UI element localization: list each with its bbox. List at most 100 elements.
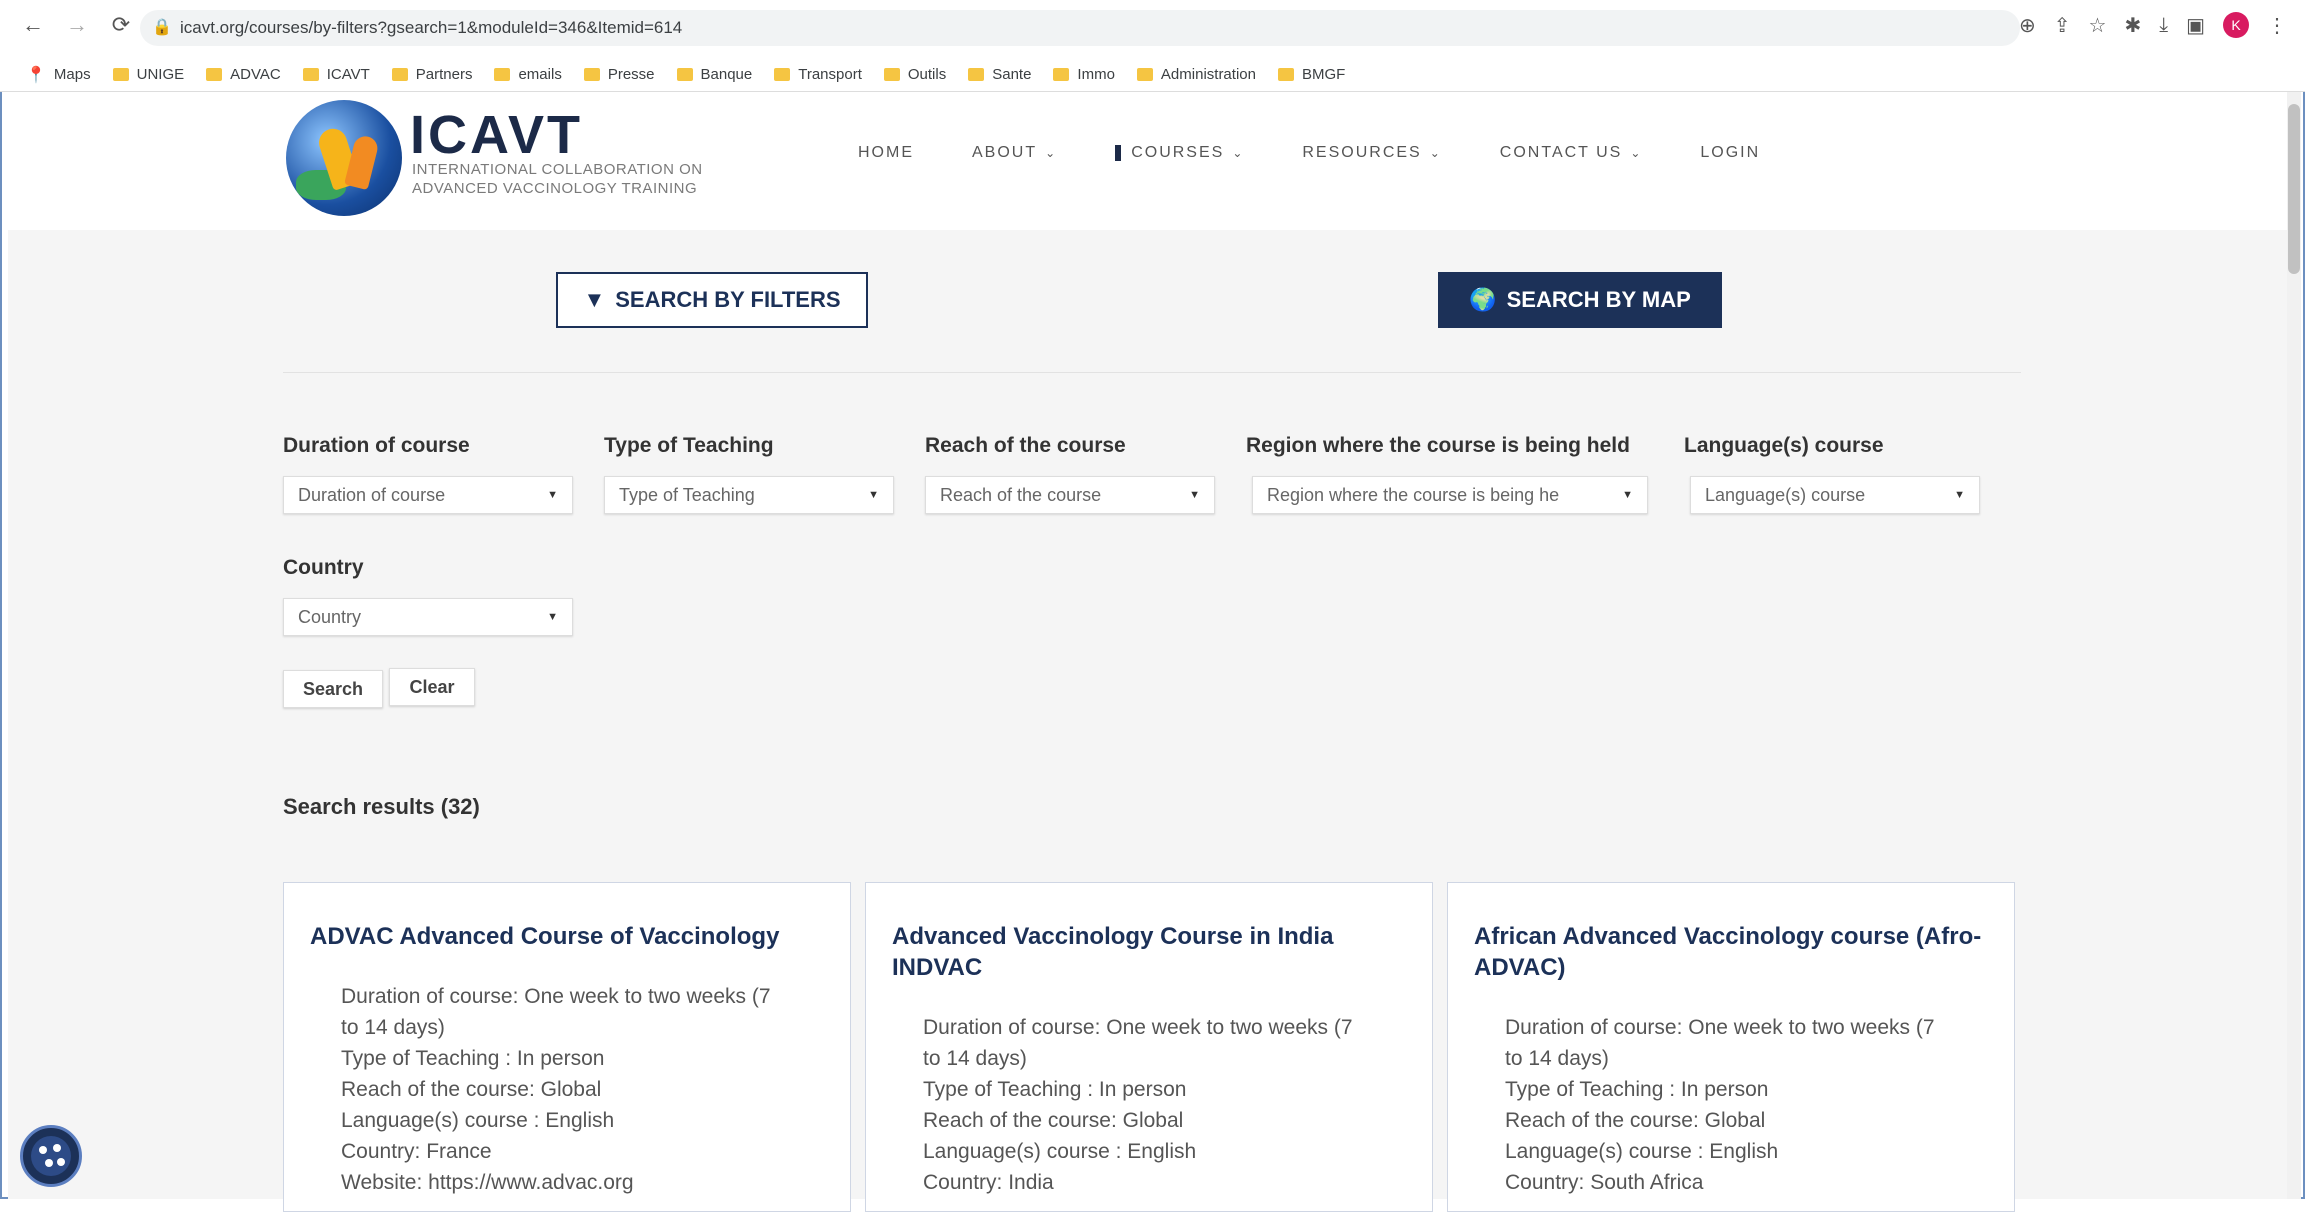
main-content: ▼ SEARCH BY FILTERS 🌍 SEARCH BY MAP Dura…	[8, 230, 2288, 1212]
site-header: ICAVT INTERNATIONAL COLLABORATION ON ADV…	[8, 92, 2288, 230]
folder-icon	[583, 68, 600, 81]
caret-down-icon: ▼	[1622, 489, 1633, 501]
divider	[283, 372, 2021, 373]
address-bar[interactable]: 🔒 icavt.org/courses/by-filters?gsearch=1…	[140, 10, 2020, 46]
active-indicator	[1115, 145, 1122, 161]
bookmark-folder[interactable]: ADVAC	[206, 66, 281, 83]
folder-icon	[206, 68, 223, 81]
reload-icon[interactable]: ⟳	[110, 12, 132, 38]
teaching-select[interactable]: Type of Teaching ▼	[604, 476, 894, 514]
caret-down-icon: ▼	[868, 489, 879, 501]
folder-icon	[968, 68, 985, 81]
language-select[interactable]: Language(s) course ▼	[1690, 476, 1980, 514]
nav-courses[interactable]: COURSES ⌄	[1115, 144, 1244, 162]
extensions-icon[interactable]: ✱	[2124, 13, 2141, 38]
browser-toolbar: ← → ⟳ 🔒 icavt.org/courses/by-filters?gse…	[0, 0, 2305, 58]
chevron-down-icon: ⌄	[1429, 146, 1442, 160]
course-details: Duration of course: One week to two week…	[341, 981, 841, 1198]
course-details: Duration of course: One week to two week…	[1505, 1016, 1935, 1194]
bookmark-folder[interactable]: Presse	[583, 66, 655, 83]
map-pin-icon: 📍	[26, 66, 46, 84]
folder-icon	[676, 68, 693, 81]
share-icon[interactable]: ⇪	[2054, 13, 2071, 38]
caret-down-icon: ▼	[547, 489, 558, 501]
download-icon[interactable]: ⤓	[2159, 14, 2168, 37]
bookmark-folder[interactable]: emails	[494, 66, 562, 83]
bookmark-folder[interactable]: Administration	[1136, 66, 1256, 83]
folder-icon	[883, 68, 900, 81]
clear-button[interactable]: Clear	[389, 668, 475, 706]
nav-resources[interactable]: RESOURCES ⌄	[1302, 144, 1441, 162]
folder-icon	[391, 68, 408, 81]
url-text[interactable]: icavt.org/courses/by-filters?gsearch=1&m…	[180, 18, 682, 38]
bookmark-maps[interactable]: 📍 Maps	[26, 65, 91, 85]
language-label: Language(s) course	[1684, 434, 1884, 457]
bookmark-folder[interactable]: ICAVT	[302, 66, 370, 83]
duration-label: Duration of course	[283, 434, 470, 457]
star-icon[interactable]: ☆	[2089, 13, 2107, 38]
folder-icon	[1053, 68, 1070, 81]
folder-icon	[1277, 68, 1294, 81]
bookmarks-bar: 📍 Maps UNIGE ADVAC ICAVT Partners emails …	[0, 58, 2305, 92]
bookmark-folder[interactable]: Transport	[774, 66, 862, 83]
folder-icon	[774, 68, 791, 81]
results-count: Search results (32)	[283, 794, 480, 819]
course-card[interactable]: Advanced Vaccinology Course in India IND…	[865, 882, 1433, 1212]
browser-nav: ← → ⟳	[22, 12, 132, 38]
scrollbar-thumb[interactable]	[2288, 104, 2300, 274]
nav-contact[interactable]: CONTACT US ⌄	[1500, 144, 1643, 162]
bookmark-folder[interactable]: BMGF	[1277, 66, 1345, 83]
duration-select[interactable]: Duration of course ▼	[283, 476, 573, 514]
menu-icon[interactable]: ⋮	[2267, 13, 2287, 38]
globe-icon: 🌍	[1469, 287, 1497, 312]
bookmark-folder[interactable]: UNIGE	[112, 66, 184, 83]
caret-down-icon: ▼	[547, 611, 558, 623]
course-title[interactable]: ADVAC Advanced Course of Vaccinology	[310, 921, 830, 952]
folder-icon	[494, 68, 511, 81]
nav-about[interactable]: ABOUT ⌄	[972, 144, 1057, 162]
side-panel-icon[interactable]: ▣	[2186, 13, 2205, 38]
site-tagline: INTERNATIONAL COLLABORATION ON ADVANCED …	[412, 161, 703, 197]
country-label: Country	[283, 556, 364, 579]
cookie-settings-icon[interactable]	[20, 1125, 82, 1187]
zoom-icon[interactable]: ⊕	[2019, 13, 2036, 38]
back-arrow-icon[interactable]: ←	[22, 12, 44, 38]
bookmark-folder[interactable]: Outils	[883, 66, 946, 83]
course-card[interactable]: ADVAC Advanced Course of Vaccinology Dur…	[283, 882, 851, 1212]
country-select[interactable]: Country ▼	[283, 598, 573, 636]
bookmark-folder[interactable]: Immo	[1053, 66, 1115, 83]
caret-down-icon: ▼	[1954, 489, 1965, 501]
profile-avatar[interactable]: K	[2223, 12, 2249, 38]
chevron-down-icon: ⌄	[1630, 146, 1643, 160]
logo-globe-icon[interactable]	[286, 100, 402, 216]
search-by-filters-tab[interactable]: ▼ SEARCH BY FILTERS	[556, 272, 868, 328]
caret-down-icon: ▼	[1189, 489, 1200, 501]
chevron-down-icon: ⌄	[1045, 146, 1058, 160]
course-title[interactable]: Advanced Vaccinology Course in India IND…	[892, 921, 1412, 983]
reach-label: Reach of the course	[925, 434, 1126, 457]
bookmark-folder[interactable]: Banque	[676, 66, 752, 83]
search-by-map-tab[interactable]: 🌍 SEARCH BY MAP	[1438, 272, 1722, 328]
website-link[interactable]: Website: https://www.advac.org	[341, 1167, 841, 1198]
folder-icon	[112, 68, 129, 81]
search-button[interactable]: Search	[283, 670, 383, 708]
chevron-down-icon: ⌄	[1232, 146, 1245, 160]
course-details: Duration of course: One week to two week…	[923, 1016, 1353, 1194]
forward-arrow-icon[interactable]: →	[66, 12, 88, 38]
region-label: Region where the course is being held	[1246, 434, 1630, 457]
bookmark-folder[interactable]: Sante	[968, 66, 1031, 83]
nav-login[interactable]: LOGIN	[1700, 144, 1760, 162]
folder-icon	[1136, 68, 1153, 81]
reach-select[interactable]: Reach of the course ▼	[925, 476, 1215, 514]
folder-icon	[302, 68, 319, 81]
bookmark-folder[interactable]: Partners	[391, 66, 472, 83]
region-select[interactable]: Region where the course is being he ▼	[1252, 476, 1648, 514]
main-nav: HOME ABOUT ⌄ COURSES ⌄ RESOURCES ⌄ CONTACT …	[858, 144, 1818, 162]
lock-icon: 🔒	[152, 19, 172, 36]
nav-home[interactable]: HOME	[858, 144, 914, 162]
site-brand[interactable]: ICAVT	[410, 104, 583, 166]
teaching-label: Type of Teaching	[604, 434, 774, 457]
filter-icon: ▼	[583, 287, 606, 312]
course-card[interactable]: African Advanced Vaccinology course (Afr…	[1447, 882, 2015, 1212]
course-title[interactable]: African Advanced Vaccinology course (Afr…	[1474, 921, 1994, 983]
